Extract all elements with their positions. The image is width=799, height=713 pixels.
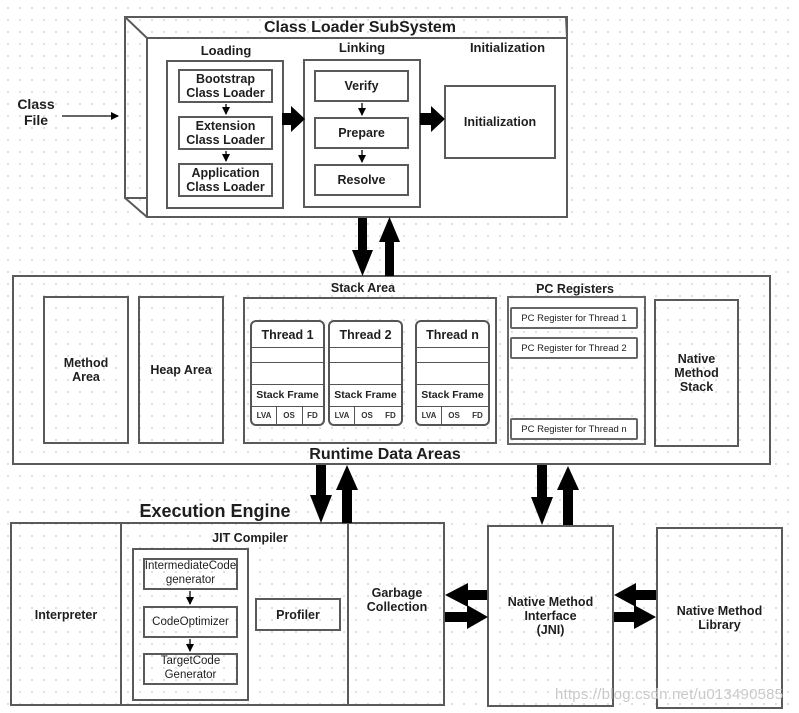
os-cell: OS: [448, 411, 460, 420]
loading-title: Loading: [200, 43, 252, 58]
profiler: Profiler: [255, 598, 341, 631]
pc-registers-title: PC Registers: [536, 282, 614, 296]
bootstrap-line2: Class Loader: [186, 86, 265, 100]
lva-cell: LVA: [330, 407, 355, 424]
lva-cell: LVA: [417, 407, 442, 424]
os-cell: OS: [276, 407, 303, 424]
initialization-box: Initialization: [444, 85, 556, 159]
watermark: https://blog.csdn.net/u013490585: [555, 686, 784, 703]
native-method-stack-line3: Stack: [679, 380, 714, 394]
jni-line2: Interface: [524, 609, 577, 623]
jni-line1: Native Method: [507, 595, 594, 609]
fd-cell: FD: [385, 411, 396, 420]
fd-cell: FD: [307, 411, 318, 420]
stack-frame-label: Stack Frame: [417, 385, 488, 407]
pc-register-thread-n: PC Register for Thread n: [510, 418, 638, 440]
native-method-stack-line1: Native: [677, 352, 716, 366]
prepare-step: Prepare: [314, 117, 409, 149]
icg-line1: IntermediateCode: [144, 560, 237, 573]
class-file-label-line1: Class: [17, 96, 55, 112]
bootstrap-class-loader: Bootstrap Class Loader: [178, 69, 273, 103]
code-optimizer: CodeOptimizer: [143, 606, 238, 638]
stack-slot: [330, 363, 401, 385]
jni-to-runtime-arrow: [557, 466, 579, 525]
linking-title: Linking: [338, 40, 386, 55]
jit-compiler-title: JIT Compiler: [212, 531, 288, 545]
stack-frame-label: Stack Frame: [252, 385, 323, 407]
native-library-line1: Native Method: [676, 604, 763, 618]
thread-n-stack: Thread n Stack Frame LVA OS FD: [415, 320, 490, 426]
runtime-to-execution-arrow: [310, 465, 332, 523]
native-library-line2: Library: [698, 618, 741, 632]
runtime-to-jni-arrow: [531, 465, 553, 525]
stack-area-title: Stack Area: [330, 281, 396, 295]
extension-class-loader: Extension Class Loader: [178, 116, 273, 150]
gc-line2: Collection: [366, 600, 428, 614]
extension-line1: Extension: [195, 119, 256, 133]
class-file-label: Class File: [10, 96, 62, 128]
resolve-step: Resolve: [314, 164, 409, 196]
icg-line2: generator: [165, 574, 216, 586]
bevel-edge-bl: [124, 197, 148, 218]
application-line1: Application: [191, 166, 260, 180]
garbage-collection: Garbage Collection: [349, 580, 445, 620]
target-code-generator: TargetCode Generator: [143, 653, 238, 685]
stack-slot: [330, 348, 401, 363]
os-cell: OS: [361, 411, 373, 420]
code-optimizer-label: CodeOptimizer: [152, 616, 229, 628]
classloader-to-runtime-arrow: [352, 218, 373, 276]
native-method-library: Native Method Library: [656, 527, 783, 709]
intermediate-code-generator: IntermediateCode generator: [143, 558, 238, 590]
heap-area: Heap Area: [138, 296, 224, 444]
jni-to-library-arrow: [614, 605, 656, 629]
thread-1-stack: Thread 1 Stack Frame LVA OS FD: [250, 320, 325, 426]
fd-cell: FD: [472, 411, 483, 420]
application-line2: Class Loader: [186, 180, 265, 194]
stack-slot: [252, 363, 323, 385]
class-loader-title: Class Loader SubSystem: [263, 19, 457, 36]
tcg-line1: TargetCode: [160, 655, 221, 668]
execution-engine-title: Execution Engine: [139, 501, 291, 521]
method-area: Method Area: [43, 296, 129, 444]
application-class-loader: Application Class Loader: [178, 163, 273, 197]
native-method-interface: Native Method Interface (JNI): [487, 525, 614, 707]
runtime-data-areas-title: Runtime Data Areas: [309, 446, 461, 463]
thread-name: Thread 1: [252, 322, 323, 348]
native-method-stack: Native Method Stack: [654, 299, 739, 447]
stack-slot: [417, 363, 488, 385]
method-area-line1: Method: [63, 356, 109, 370]
bootstrap-line1: Bootstrap: [195, 72, 255, 86]
library-to-jni-arrow: [614, 583, 656, 607]
stack-frame-label: Stack Frame: [330, 385, 401, 407]
thread-name: Thread n: [417, 322, 488, 348]
class-file-label-line2: File: [23, 111, 49, 128]
native-method-stack-line2: Method: [674, 366, 719, 380]
thread-2-stack: Thread 2 Stack Frame LVA OS FD: [328, 320, 403, 426]
pc-register-thread-2: PC Register for Thread 2: [510, 337, 638, 359]
initialization-title: Initialization: [469, 40, 546, 55]
tcg-line2: Generator: [164, 669, 217, 681]
lva-cell: LVA: [252, 407, 277, 424]
gc-line1: Garbage: [371, 586, 423, 600]
execution-to-jni-arrow: [445, 605, 488, 629]
extension-line2: Class Loader: [186, 133, 265, 147]
interpreter-divider: [120, 522, 122, 706]
stack-slot: [417, 348, 488, 363]
jni-to-execution-arrow: [445, 583, 487, 607]
execution-to-runtime-arrow: [336, 465, 358, 523]
stack-slot: [252, 348, 323, 363]
thread-name: Thread 2: [330, 322, 401, 348]
runtime-to-classloader-arrow: [379, 217, 400, 276]
method-area-line2: Area: [72, 370, 100, 384]
pc-register-thread-1: PC Register for Thread 1: [510, 307, 638, 329]
jni-line3: (JNI): [536, 623, 565, 637]
interpreter: Interpreter: [34, 608, 98, 622]
verify-step: Verify: [314, 70, 409, 102]
